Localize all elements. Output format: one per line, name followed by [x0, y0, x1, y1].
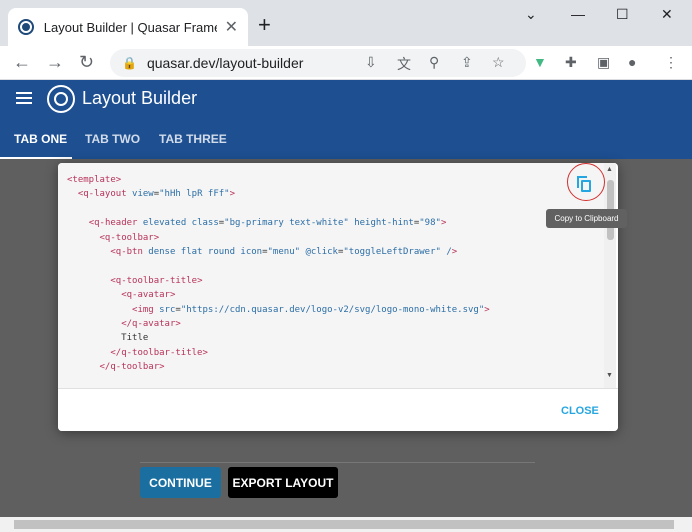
code-line: <img src="https://cdn.quasar.dev/logo-v2… [132, 304, 490, 315]
side-panel-icon[interactable]: ▣ [597, 54, 610, 71]
translate-icon[interactable]: 文 [397, 54, 411, 74]
close-window-button[interactable]: ✕ [661, 6, 673, 23]
continue-button[interactable]: CONTINUE [140, 467, 221, 498]
lock-icon: 🔒 [122, 56, 137, 70]
tab-one[interactable]: TAB ONE [14, 132, 67, 146]
tab-three[interactable]: TAB THREE [159, 132, 227, 146]
code-text: <template> <q-layout view="hHh lpR fFf">… [67, 173, 490, 374]
app-title: Layout Builder [82, 88, 198, 108]
code-line: </q-avatar> [121, 318, 181, 329]
copy-tooltip: Copy to Clipboard [546, 209, 627, 228]
copy-to-clipboard-button[interactable] [571, 171, 597, 197]
menu-icon[interactable] [16, 92, 32, 104]
install-app-icon[interactable]: ⇩ [365, 54, 377, 71]
scroll-down-icon[interactable]: ▼ [606, 372, 613, 379]
new-tab-button[interactable]: + [258, 12, 271, 38]
zoom-icon[interactable]: ⚲ [429, 54, 439, 71]
app-header: Layout Builder TAB ONE TAB TWO TAB THREE [0, 80, 692, 159]
browser-toolbar: ← → ↻ 🔒 quasar.dev/layout-builder ⇩ 文 ⚲ … [0, 46, 692, 80]
reload-icon[interactable]: ↻ [79, 52, 94, 73]
minimize-button[interactable]: — [571, 6, 585, 22]
code-line: </q-toolbar> [99, 362, 165, 373]
quasar-logo-icon [47, 85, 75, 113]
close-button[interactable]: CLOSE [561, 405, 599, 417]
url-text[interactable]: quasar.dev/layout-builder [147, 55, 303, 71]
scrollbar-thumb[interactable] [14, 520, 674, 529]
back-icon[interactable]: ← [13, 52, 31, 73]
dialog-footer: CLOSE [58, 388, 618, 431]
quasar-favicon-icon [18, 19, 34, 35]
code-line: <q-btn dense flat round icon="menu" @cli… [110, 246, 458, 257]
forward-icon[interactable]: → [46, 52, 64, 73]
maximize-button[interactable]: ☐ [616, 6, 629, 23]
close-tab-icon[interactable]: ✕ [225, 17, 238, 37]
tab-two[interactable]: TAB TWO [85, 132, 140, 146]
tab-title: Layout Builder | Quasar Framewo [43, 19, 217, 35]
code-line: <q-toolbar-title> [110, 275, 203, 286]
chevron-down-icon[interactable]: ⌄ [525, 6, 537, 23]
code-line: <template> [67, 175, 122, 185]
copy-icon [577, 176, 591, 192]
code-dialog: <template> <q-layout view="hHh lpR fFf">… [58, 163, 618, 431]
menu-kebab-icon[interactable]: ⋮ [664, 54, 678, 71]
vue-devtools-icon[interactable]: ▼ [533, 54, 547, 70]
code-line: <q-layout view="hHh lpR fFf"> [77, 189, 236, 200]
code-line: Title [67, 333, 149, 344]
code-line: <q-header elevated class="bg-primary tex… [88, 218, 447, 229]
export-layout-button[interactable]: EXPORT LAYOUT [228, 467, 338, 498]
browser-tab[interactable]: Layout Builder | Quasar Framewo ✕ [8, 8, 248, 46]
divider [140, 462, 535, 463]
extensions-icon[interactable]: ✚ [565, 54, 577, 71]
code-line: <q-toolbar> [99, 232, 160, 243]
profile-avatar-icon[interactable]: ● [628, 54, 636, 70]
horizontal-scrollbar[interactable] [0, 517, 692, 532]
code-line: <q-avatar> [121, 290, 176, 301]
browser-titlebar: Layout Builder | Quasar Framewo ✕ + ⌄ — … [0, 0, 692, 46]
code-block: <template> <q-layout view="hHh lpR fFf">… [58, 163, 616, 388]
code-scrollbar[interactable]: ▲ ▼ [604, 163, 616, 388]
bookmark-star-icon[interactable]: ☆ [492, 54, 505, 71]
share-icon[interactable]: ⇪ [461, 54, 473, 71]
code-line: </q-toolbar-title> [110, 347, 208, 358]
scroll-up-icon[interactable]: ▲ [606, 166, 613, 173]
